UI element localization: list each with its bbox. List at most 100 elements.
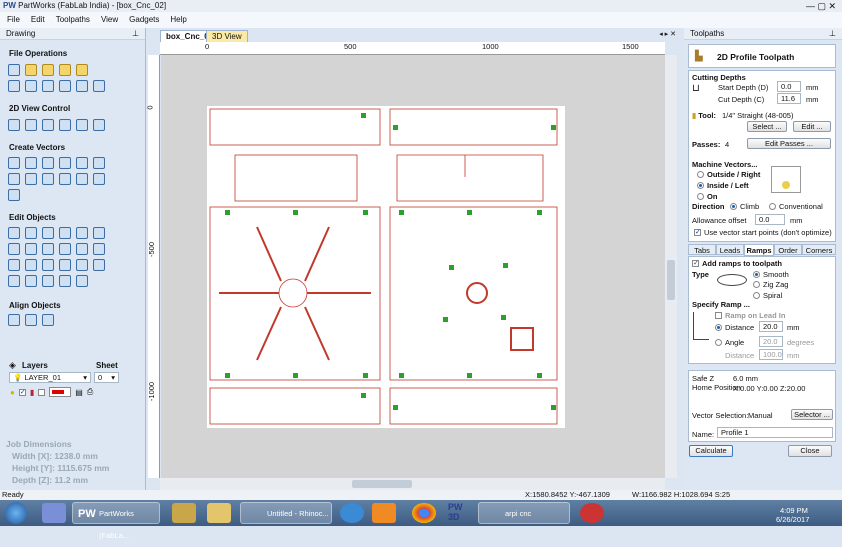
close-vector-icon[interactable]	[42, 259, 54, 271]
smooth-radio[interactable]	[753, 271, 760, 278]
view-material-icon[interactable]	[93, 119, 105, 131]
cut-depth-input[interactable]: 11.6	[777, 93, 801, 104]
close-button[interactable]: Close	[788, 445, 832, 457]
zigzag-radio[interactable]	[753, 281, 760, 288]
layer-properties-icon[interactable]: ▤	[75, 388, 83, 397]
edit-passes-button[interactable]: Edit Passes ...	[747, 138, 831, 149]
use-start-points-checkbox[interactable]: ✓	[694, 229, 701, 236]
view-sheet-icon[interactable]	[76, 119, 88, 131]
save-icon[interactable]	[42, 64, 54, 76]
ellipse-icon[interactable]	[25, 157, 37, 169]
text-icon[interactable]	[25, 173, 37, 185]
lock-icon[interactable]: ▮	[30, 388, 34, 397]
zoom-icon[interactable]	[59, 119, 71, 131]
pin-icon[interactable]: ⊥	[829, 28, 836, 40]
new-file-icon[interactable]	[8, 64, 20, 76]
redo-icon[interactable]	[93, 80, 105, 92]
offset-icon[interactable]	[8, 275, 20, 287]
distance-input[interactable]: 20.0	[759, 321, 783, 332]
taskbar-app-icon[interactable]	[172, 503, 196, 523]
zoom-box-icon[interactable]	[42, 119, 54, 131]
distort-icon[interactable]	[59, 243, 71, 255]
taskbar-explorer-icon[interactable]	[207, 503, 231, 523]
tab-corners[interactable]: Corners	[802, 244, 836, 255]
menu-gadgets[interactable]: Gadgets	[129, 15, 159, 24]
tab-leads[interactable]: Leads	[716, 244, 744, 255]
clock-date[interactable]: 6/26/2017	[776, 515, 809, 524]
group-icon[interactable]	[59, 275, 71, 287]
scale-icon[interactable]	[8, 243, 20, 255]
align-vertical-icon[interactable]	[42, 314, 54, 326]
ramp-lead-in-checkbox[interactable]	[715, 312, 722, 319]
layer-color-picker[interactable]	[49, 387, 72, 397]
polygon-icon[interactable]	[93, 157, 105, 169]
calculate-button[interactable]: Calculate	[689, 445, 733, 457]
scroll-thumb[interactable]	[667, 260, 675, 300]
start-depth-input[interactable]: 0.0	[777, 81, 801, 92]
tab-order[interactable]: Order	[774, 244, 802, 255]
open-file-icon[interactable]	[25, 64, 37, 76]
outside-radio[interactable]	[697, 171, 704, 178]
cut-icon[interactable]	[25, 80, 37, 92]
window-controls[interactable]: — ▢ ✕	[806, 0, 836, 12]
taskbar-partworks[interactable]: PW PartWorks (FabLa...	[72, 502, 160, 540]
circle-icon[interactable]	[8, 157, 20, 169]
star-icon[interactable]	[8, 173, 20, 185]
taskbar-app-icon[interactable]	[42, 503, 66, 523]
sheet-select[interactable]: 0 ▾	[94, 372, 119, 383]
fillet-icon[interactable]	[59, 259, 71, 271]
chrome-icon[interactable]	[412, 503, 436, 523]
scroll-thumb[interactable]	[352, 480, 412, 488]
mirror-icon[interactable]	[42, 243, 54, 255]
taskbar-arpi-cnc[interactable]: arpi cnc	[478, 502, 570, 524]
align-center-icon[interactable]	[8, 314, 20, 326]
start-button[interactable]	[5, 502, 27, 524]
join-icon[interactable]	[25, 259, 37, 271]
array-icon[interactable]	[42, 275, 54, 287]
undo-icon[interactable]	[76, 80, 88, 92]
rotate-icon[interactable]	[25, 243, 37, 255]
menu-edit[interactable]: Edit	[31, 15, 45, 24]
zoom-extents-icon[interactable]	[25, 119, 37, 131]
tab-tabs[interactable]: Tabs	[688, 244, 716, 255]
import-icon[interactable]	[76, 64, 88, 76]
distance-radio[interactable]	[715, 324, 722, 331]
taskbar-rhino[interactable]: Untitled - Rhinoc...	[240, 502, 332, 524]
clock-time[interactable]: 4:09 PM	[780, 506, 808, 515]
dimension-icon[interactable]	[59, 173, 71, 185]
on-radio[interactable]	[697, 193, 704, 200]
select-tool-button[interactable]: Select ...	[747, 121, 787, 132]
grid-icon[interactable]	[93, 173, 105, 185]
edit-tool-button[interactable]: Edit ...	[793, 121, 831, 132]
transform-icon[interactable]	[42, 227, 54, 239]
tab-nav-icons[interactable]: ◂ ▸ ✕	[659, 30, 676, 38]
move-icon[interactable]	[59, 227, 71, 239]
taskbar-media-icon[interactable]	[372, 503, 396, 523]
tab-ramps[interactable]: Ramps	[744, 244, 774, 256]
layer-select[interactable]: 💡 LAYER_01 ▾	[9, 372, 91, 383]
inside-radio[interactable]	[697, 182, 704, 189]
nest-icon[interactable]	[25, 275, 37, 287]
save-as-icon[interactable]	[59, 64, 71, 76]
smooth-icon[interactable]	[76, 259, 88, 271]
weld-icon[interactable]	[76, 243, 88, 255]
ungroup-icon[interactable]	[76, 275, 88, 287]
menu-toolpaths[interactable]: Toolpaths	[56, 15, 90, 24]
rectangle-icon[interactable]	[42, 157, 54, 169]
arc-icon[interactable]	[76, 157, 88, 169]
align-horizontal-icon[interactable]	[25, 314, 37, 326]
pan-icon[interactable]	[8, 119, 20, 131]
table-icon[interactable]	[76, 173, 88, 185]
toolpath-name-input[interactable]: Profile 1	[717, 427, 833, 438]
taskbar-app-icon[interactable]	[340, 503, 364, 523]
conventional-radio[interactable]	[769, 203, 776, 210]
climb-radio[interactable]	[730, 203, 737, 210]
subtract-icon[interactable]	[93, 243, 105, 255]
add-ramps-checkbox[interactable]: ✓	[692, 260, 699, 267]
bulb-icon[interactable]: ●	[10, 388, 15, 397]
angle-radio[interactable]	[715, 339, 722, 346]
drawing-canvas[interactable]	[161, 55, 665, 478]
menu-help[interactable]: Help	[170, 15, 186, 24]
snipping-tool-icon[interactable]	[580, 503, 604, 523]
angle-distance-input[interactable]: 100.0	[759, 349, 783, 360]
